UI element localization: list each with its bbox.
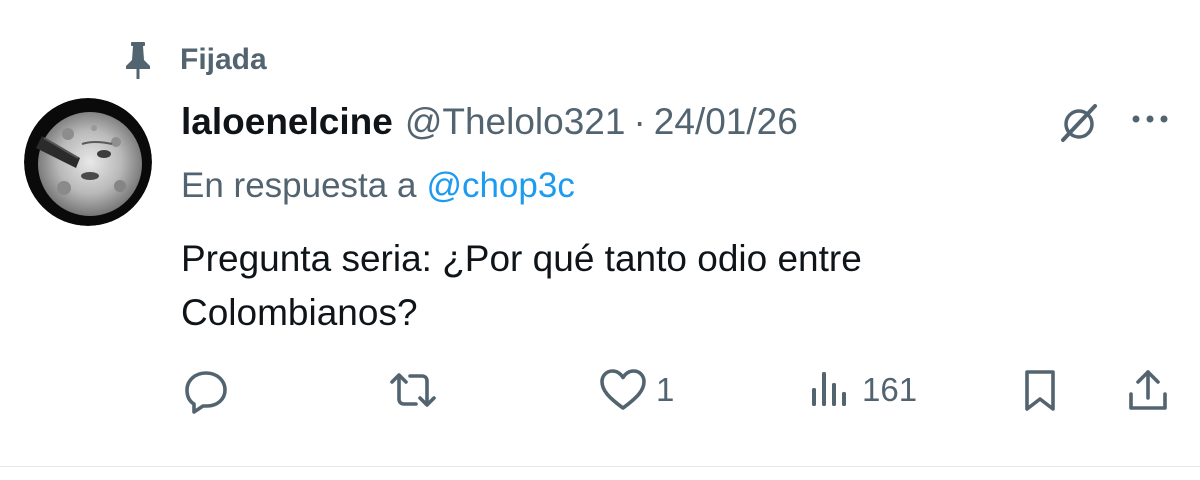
reply-prefix: En respuesta a	[181, 166, 417, 205]
views-button[interactable]: 161	[808, 358, 917, 422]
reply-context: En respuesta a @chop3c	[181, 160, 575, 212]
more-options-icon[interactable]	[1128, 104, 1172, 134]
like-button[interactable]: 1	[598, 358, 674, 422]
pinned-indicator: Fijada	[122, 38, 267, 82]
views-count: 161	[862, 371, 918, 408]
retweet-icon	[386, 366, 440, 414]
grok-icon[interactable]	[1054, 98, 1104, 148]
action-bar: 1 161	[0, 358, 1200, 422]
views-icon	[808, 366, 854, 414]
reply-button[interactable]	[182, 358, 230, 422]
display-name[interactable]: laloenelcine	[181, 101, 393, 143]
reply-icon	[182, 366, 230, 414]
bookmark-icon	[1018, 366, 1062, 414]
tweet-text: Pregunta seria: ¿Por qué tanto odio entr…	[181, 232, 1141, 340]
avatar[interactable]	[24, 98, 152, 226]
tweet-text-line: Colombianos?	[181, 292, 418, 333]
tweet-date[interactable]: 24/01/26	[654, 101, 798, 143]
pin-icon	[122, 38, 154, 82]
share-icon	[1124, 366, 1172, 414]
heart-icon	[598, 366, 648, 414]
tweet-header: laloenelcine @Thelolo321 · 24/01/26	[181, 96, 798, 148]
user-handle[interactable]: @Thelolo321	[405, 101, 626, 143]
separator-dot: ·	[633, 101, 646, 142]
reply-to-handle[interactable]: @chop3c	[426, 166, 574, 206]
like-count: 1	[656, 371, 675, 408]
share-button[interactable]	[1124, 358, 1172, 422]
tweet-text-line: Pregunta seria: ¿Por qué tanto odio entr…	[181, 238, 862, 279]
retweet-button[interactable]	[386, 358, 440, 422]
pinned-label: Fijada	[180, 43, 267, 76]
tweet[interactable]: Fijada laloenelcine @Thelolo321 · 24/01/…	[0, 0, 1200, 467]
bookmark-button[interactable]	[1018, 358, 1062, 422]
